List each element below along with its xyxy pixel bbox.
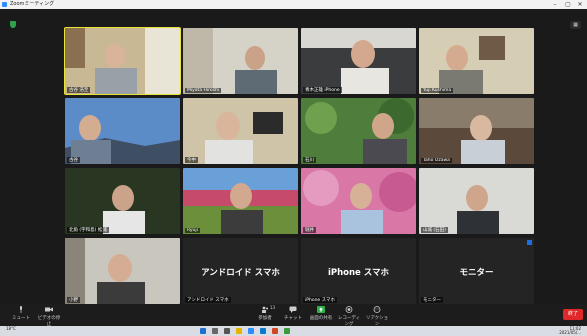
mute-button[interactable]: ミュート xyxy=(8,306,34,321)
end-meeting-button[interactable]: 終了 xyxy=(563,309,583,320)
video-tile[interactable]: 北角 (宇和島) 松浦 xyxy=(65,168,180,234)
participant-video xyxy=(301,168,416,234)
chat-icon xyxy=(289,306,297,313)
device-tile-android[interactable]: アンドロイド スマホ アンドロイド スマホ xyxy=(183,238,298,304)
participant-video xyxy=(65,238,180,304)
clock-date: 2021/05/... xyxy=(559,330,581,335)
zoom-taskbar-icon[interactable] xyxy=(248,328,254,334)
video-tile[interactable]: Yuji Kushima xyxy=(419,28,534,94)
participant-name: Taho Ozawa xyxy=(421,158,452,163)
device-tile-tag: iPhone スマホ xyxy=(303,297,337,303)
maximize-icon[interactable]: ▢ xyxy=(562,0,574,9)
minimize-icon[interactable]: – xyxy=(549,0,561,9)
device-tile-tag: モニター xyxy=(421,297,443,303)
participant-video xyxy=(419,98,534,164)
meeting-toolbar: ミュート ビデオの停止 参加者 13 チャット 画面の共有 レコーディング リア… xyxy=(0,304,587,327)
participant-name: Miyata Hiroshi xyxy=(185,88,222,93)
participant-video xyxy=(183,98,298,164)
participant-video xyxy=(419,168,534,234)
video-tile[interactable]: 山城 (石田) xyxy=(419,168,534,234)
office-icon[interactable] xyxy=(272,328,278,334)
video-button[interactable]: ビデオの停止 xyxy=(36,306,62,327)
record-button[interactable]: レコーディング xyxy=(336,306,362,327)
reactions-icon xyxy=(373,306,381,313)
video-tile[interactable]: 青木正雄 iPhone xyxy=(301,28,416,94)
app-icon[interactable] xyxy=(284,328,290,334)
participant-video xyxy=(301,28,416,94)
participant-name: 山城 (石田) xyxy=(421,227,448,233)
participant-video xyxy=(65,28,180,94)
device-tile-label: アンドロイド スマホ xyxy=(201,268,280,278)
video-tile[interactable]: 古谷 浩至 xyxy=(64,27,181,95)
file-explorer-icon[interactable] xyxy=(236,328,242,334)
participant-name: 石川 xyxy=(303,157,316,163)
reactions-button[interactable]: リアクション xyxy=(364,306,390,327)
participant-name: Ryuji xyxy=(185,228,200,233)
participant-video xyxy=(301,98,416,164)
participant-name: 今中 xyxy=(185,157,198,163)
close-icon[interactable]: ✕ xyxy=(574,0,586,9)
participant-name: 小野 xyxy=(67,297,80,303)
share-screen-icon xyxy=(317,306,325,313)
participant-video xyxy=(183,28,298,94)
device-tile-label: iPhone スマホ xyxy=(327,268,390,278)
weather-widget[interactable]: 18°C xyxy=(6,327,16,331)
chat-button[interactable]: チャット xyxy=(280,306,306,321)
start-icon[interactable] xyxy=(200,328,206,334)
edge-icon[interactable] xyxy=(260,328,266,334)
participant-name: 古谷 浩至 xyxy=(67,87,91,93)
record-icon xyxy=(345,306,353,313)
task-view-icon[interactable] xyxy=(224,328,230,334)
microphone-icon xyxy=(20,306,22,313)
video-tile[interactable]: 堀井 xyxy=(301,168,416,234)
os-taskbar: 18°C 11:02 2021/05/... xyxy=(0,326,587,336)
video-tile[interactable]: Taho Ozawa xyxy=(419,98,534,164)
window-title: Zoomミーティング xyxy=(10,1,55,7)
participant-name: 堀井 xyxy=(303,227,316,233)
video-tile[interactable]: 今中 xyxy=(183,98,298,164)
video-tile[interactable]: Miyata Hiroshi xyxy=(183,28,298,94)
share-screen-button[interactable]: 画面の共有 xyxy=(308,306,334,321)
participant-name: 北角 (宇和島) 松浦 xyxy=(67,227,109,233)
video-tile[interactable]: 石川 xyxy=(301,98,416,164)
device-tile-iphone[interactable]: iPhone スマホ iPhone スマホ xyxy=(301,238,416,304)
participant-name: 古谷 xyxy=(67,157,80,163)
security-shield-icon[interactable] xyxy=(10,21,16,28)
device-tile-monitor[interactable]: モニター モニター xyxy=(419,238,534,304)
video-camera-icon xyxy=(45,307,53,312)
participant-video xyxy=(65,98,180,164)
window-titlebar: Zoomミーティング – ▢ ✕ xyxy=(0,0,587,9)
participant-video xyxy=(65,168,180,234)
participant-count: 13 xyxy=(270,305,276,310)
participant-video xyxy=(419,28,534,94)
device-tile-tag: アンドロイド スマホ xyxy=(185,297,231,303)
participants-label: 参加者 xyxy=(258,316,272,321)
mute-label: ミュート xyxy=(12,316,30,321)
video-tile[interactable]: Ryuji xyxy=(183,168,298,234)
share-screen-label: 画面の共有 xyxy=(309,316,333,321)
device-tile-label: モニター xyxy=(459,268,494,278)
search-icon[interactable] xyxy=(212,328,218,334)
participants-icon xyxy=(262,306,268,313)
video-tile[interactable]: 古谷 xyxy=(65,98,180,164)
participant-name: 青木正雄 iPhone xyxy=(303,87,342,93)
zoom-app-icon xyxy=(2,2,7,7)
video-tile[interactable]: 小野 xyxy=(65,238,180,304)
chat-label: チャット xyxy=(284,316,302,321)
participant-video xyxy=(183,168,298,234)
spotlight-indicator-icon xyxy=(527,240,532,245)
view-toggle-button[interactable]: ▦ xyxy=(570,21,581,29)
participant-name: Yuji Kushima xyxy=(421,88,454,93)
system-clock[interactable]: 11:02 2021/05/... xyxy=(559,327,581,335)
